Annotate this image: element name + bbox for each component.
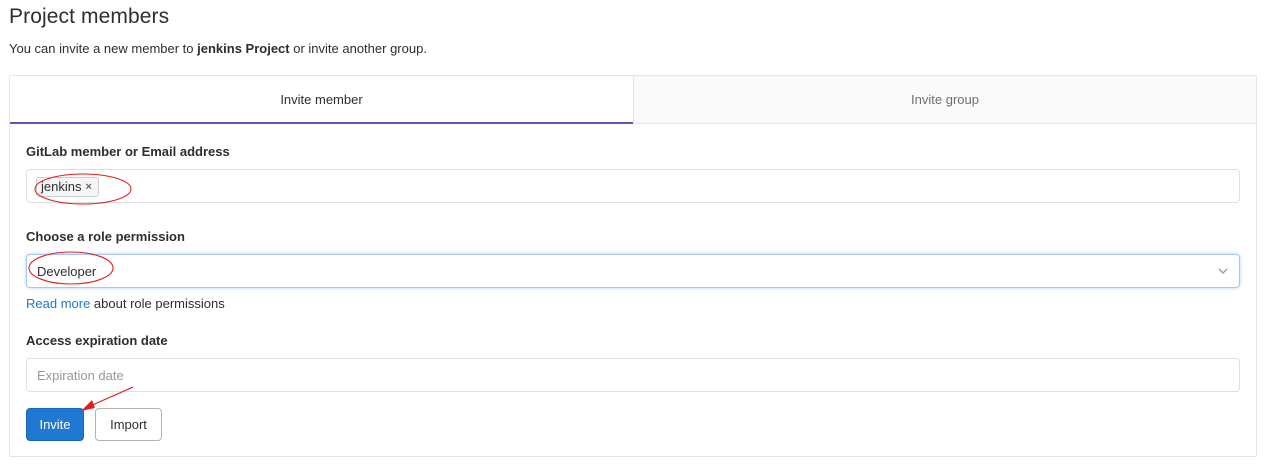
- chevron-down-icon: [1218, 268, 1228, 274]
- role-select[interactable]: Developer: [26, 254, 1240, 288]
- expiration-placeholder: Expiration date: [37, 368, 124, 383]
- subtitle-suffix: or invite another group.: [289, 41, 427, 56]
- read-more-link[interactable]: Read more: [26, 296, 90, 311]
- role-field-label: Choose a role permission: [26, 229, 185, 244]
- role-selected-value: Developer: [37, 264, 97, 279]
- close-icon[interactable]: ×: [85, 178, 91, 196]
- invite-panel: Invite member Invite group GitLab member…: [9, 75, 1257, 457]
- tab-bar: Invite member Invite group: [10, 76, 1256, 124]
- member-input[interactable]: jenkins ×: [26, 169, 1240, 203]
- help-suffix: about role permissions: [90, 296, 225, 311]
- page-title: Project members: [9, 5, 170, 28]
- tab-invite-group[interactable]: Invite group: [633, 76, 1256, 124]
- member-token-label: jenkins: [41, 179, 82, 194]
- member-token: jenkins ×: [36, 177, 99, 197]
- page-subtitle: You can invite a new member to jenkins P…: [9, 41, 427, 56]
- subtitle-prefix: You can invite a new member to: [9, 41, 198, 56]
- expiration-date-input[interactable]: Expiration date: [26, 358, 1240, 392]
- invite-button[interactable]: Invite: [26, 408, 84, 441]
- expiration-field-label: Access expiration date: [26, 333, 168, 348]
- member-field-label: GitLab member or Email address: [26, 144, 230, 159]
- import-button[interactable]: Import: [95, 408, 162, 441]
- project-name: jenkins Project: [197, 41, 290, 56]
- role-help-text: Read more about role permissions: [26, 296, 225, 311]
- tab-invite-member[interactable]: Invite member: [10, 76, 633, 124]
